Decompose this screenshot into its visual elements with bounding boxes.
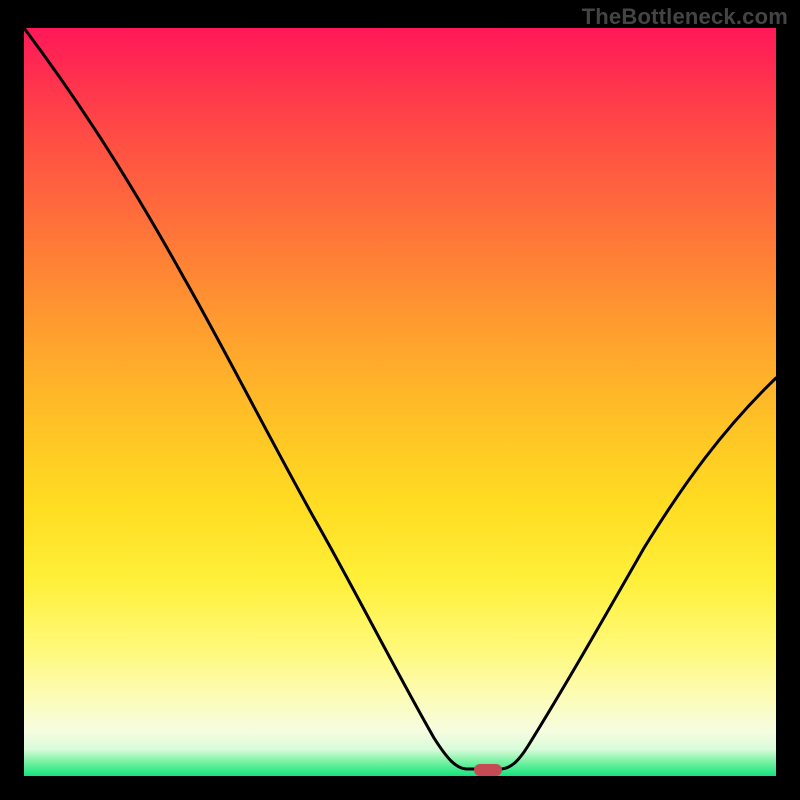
- bottleneck-curve: [24, 28, 776, 769]
- watermark-text: TheBottleneck.com: [582, 4, 788, 30]
- plot-area: [24, 28, 776, 776]
- optimum-marker: [474, 764, 502, 776]
- curve-overlay: [24, 28, 776, 776]
- chart-frame: TheBottleneck.com: [0, 0, 800, 800]
